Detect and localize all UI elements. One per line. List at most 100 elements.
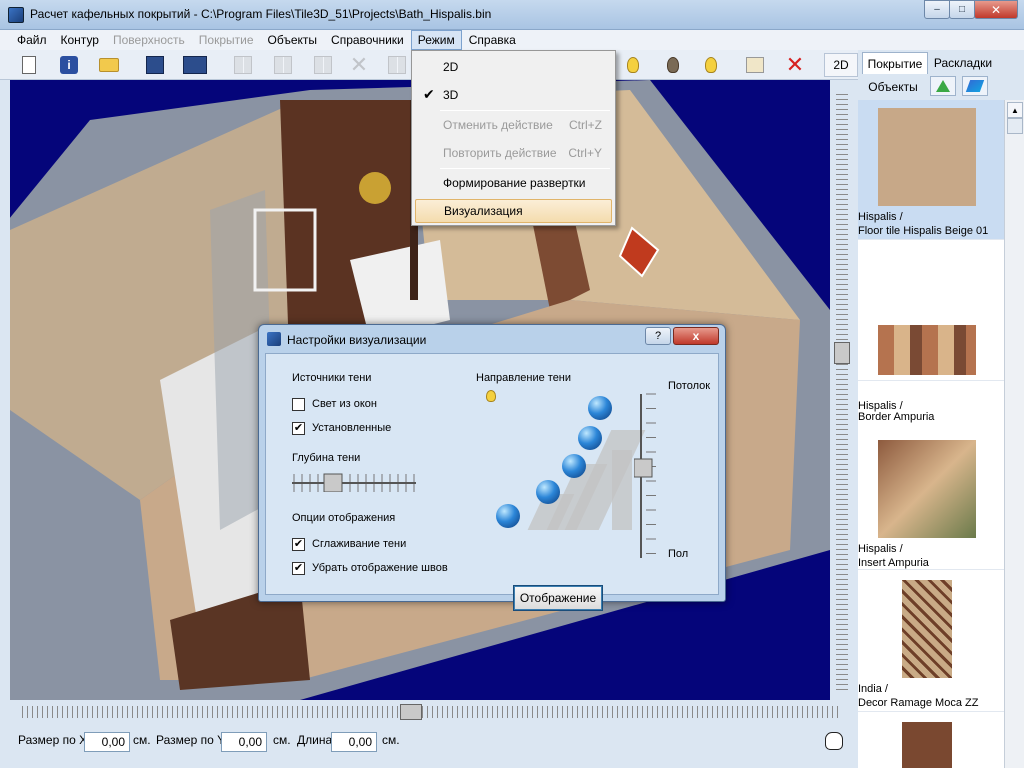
window-light-checkbox[interactable]: [292, 398, 305, 411]
move-up-button[interactable]: [930, 76, 956, 96]
menu-item-unfold-label: Формирование развертки: [443, 176, 586, 190]
light-off-button[interactable]: [660, 53, 686, 77]
tile-label-line2: Border Ampuria: [858, 411, 935, 423]
light-sphere-icon[interactable]: [578, 426, 602, 450]
minimize-button[interactable]: –: [924, 0, 950, 19]
tile-thumbnail: [902, 580, 952, 678]
menu-item-undo[interactable]: Отменить действие Ctrl+Z: [415, 113, 612, 137]
scroll-up-arrow-icon[interactable]: ▲: [1007, 102, 1023, 118]
dialog-app-icon: [267, 332, 281, 346]
menu-references[interactable]: Справочники: [324, 30, 411, 50]
installed-checkbox[interactable]: ✔: [292, 422, 305, 435]
light-on-button[interactable]: [620, 53, 646, 77]
menu-separator: [440, 168, 610, 169]
layers-button[interactable]: [962, 76, 988, 96]
visualization-settings-dialog: Настройки визуализации ? x Источники тен…: [258, 324, 726, 611]
menu-bar: Файл Контур Поверхность Покрытие Объекты…: [0, 30, 1024, 50]
menu-item-2d[interactable]: 2D: [415, 55, 612, 79]
tile-item[interactable]: Hispalis /: [858, 241, 1004, 412]
bulb-all-icon: [705, 57, 717, 73]
tool-button-2[interactable]: [270, 53, 296, 77]
menu-item-3d[interactable]: ✔ 3D: [415, 83, 612, 107]
hand-pan-icon[interactable]: [825, 732, 843, 750]
shadow-depth-thumb[interactable]: [323, 473, 343, 492]
menu-file[interactable]: Файл: [10, 30, 54, 50]
save-button[interactable]: [142, 53, 168, 77]
light-sphere-icon[interactable]: [496, 504, 520, 528]
delete-button[interactable]: ✕: [782, 53, 808, 77]
menu-item-3d-label: 3D: [443, 88, 459, 102]
menu-help[interactable]: Справка: [462, 30, 523, 50]
menu-item-2d-label: 2D: [443, 60, 459, 74]
view-button[interactable]: Отображение: [513, 585, 603, 611]
light-sphere-icon[interactable]: [588, 396, 612, 420]
menu-contour[interactable]: Контур: [54, 30, 106, 50]
ceiling-label: Потолок: [668, 380, 711, 392]
tab-layouts[interactable]: Раскладки: [928, 52, 998, 74]
floppy-icon: [146, 56, 164, 74]
hide-seams-checkbox[interactable]: ✔: [292, 562, 305, 575]
size-y-label: Размер по Y: [156, 733, 226, 747]
length-label: Длина: [297, 733, 333, 747]
menu-item-redo[interactable]: Повторить действие Ctrl+Y: [415, 141, 612, 165]
length-unit: см.: [382, 733, 400, 747]
tile-item[interactable]: India / Decor Ramage Moca ZZ: [858, 572, 1004, 712]
height-slider-thumb[interactable]: [634, 458, 653, 478]
open-button[interactable]: [96, 53, 122, 77]
tab-covering[interactable]: Покрытие: [862, 52, 928, 74]
undo-shortcut: Ctrl+Z: [569, 118, 602, 132]
tool-button-4[interactable]: ✕: [346, 53, 372, 77]
light-sphere-icon[interactable]: [562, 454, 586, 478]
window-controls: – □ ✕: [924, 0, 1018, 19]
menu-item-undo-label: Отменить действие: [443, 118, 553, 132]
menu-item-visualization[interactable]: Визуализация: [415, 199, 612, 223]
tile-label-line2: Floor tile Hispalis Beige 01: [858, 225, 989, 237]
size-x-input[interactable]: [84, 732, 130, 752]
tile-item[interactable]: [858, 714, 1004, 768]
smoothing-checkbox[interactable]: ✔: [292, 538, 305, 551]
delete-object-icon: ✕: [349, 52, 369, 77]
tab-objects[interactable]: Объекты: [862, 76, 924, 98]
tile-thumbnail: [878, 325, 976, 375]
tile-item[interactable]: Hispalis / Floor tile Hispalis Beige 01: [858, 100, 1004, 240]
tile-label-line2: Decor Ramage Moca ZZ: [858, 697, 979, 709]
tool-button-3[interactable]: [310, 53, 336, 77]
horizontal-rotate-slider[interactable]: [22, 704, 842, 720]
menu-covering[interactable]: Покрытие: [192, 30, 261, 50]
length-input[interactable]: [331, 732, 377, 752]
menu-surface[interactable]: Поверхность: [106, 30, 192, 50]
size-y-input[interactable]: [221, 732, 267, 752]
export-button[interactable]: [182, 53, 208, 77]
menu-mode[interactable]: Режим: [410, 30, 462, 50]
check-icon: ✔: [423, 86, 435, 102]
layers-icon: [965, 80, 985, 92]
shadow-depth-label: Глубина тени: [292, 452, 361, 464]
light-all-button[interactable]: [698, 53, 724, 77]
menu-item-unfold[interactable]: Формирование развертки: [415, 171, 612, 195]
tile-list-scrollbar[interactable]: ▲: [1004, 100, 1024, 768]
edit-button[interactable]: [742, 53, 768, 77]
tile-item[interactable]: Hispalis / Insert Ampuria: [858, 430, 1004, 570]
height-slider[interactable]: [634, 390, 660, 562]
shadow-beam: [612, 450, 632, 530]
mode-2d-button[interactable]: 2D: [824, 53, 858, 77]
info-button[interactable]: i: [56, 53, 82, 77]
new-button[interactable]: [16, 53, 42, 77]
tile-label-line2: Insert Ampuria: [858, 557, 929, 569]
close-window-button[interactable]: ✕: [974, 0, 1018, 19]
menu-objects[interactable]: Объекты: [261, 30, 325, 50]
light-source-icon[interactable]: [486, 390, 496, 402]
tile-label-row: Border Ampuria: [858, 400, 1004, 426]
maximize-button[interactable]: □: [949, 0, 975, 19]
shadow-depth-slider[interactable]: [292, 472, 416, 492]
light-sphere-icon[interactable]: [536, 480, 560, 504]
grid-button[interactable]: [230, 53, 256, 77]
vertical-slider-thumb[interactable]: [834, 342, 850, 364]
scroll-thumb[interactable]: [1007, 118, 1023, 134]
horizontal-slider-thumb[interactable]: [400, 704, 422, 720]
vertical-zoom-slider[interactable]: [834, 94, 850, 694]
image-icon: [274, 56, 292, 74]
tool-button-5[interactable]: [384, 53, 410, 77]
help-button[interactable]: ?: [645, 327, 671, 345]
dialog-close-button[interactable]: x: [673, 327, 719, 345]
